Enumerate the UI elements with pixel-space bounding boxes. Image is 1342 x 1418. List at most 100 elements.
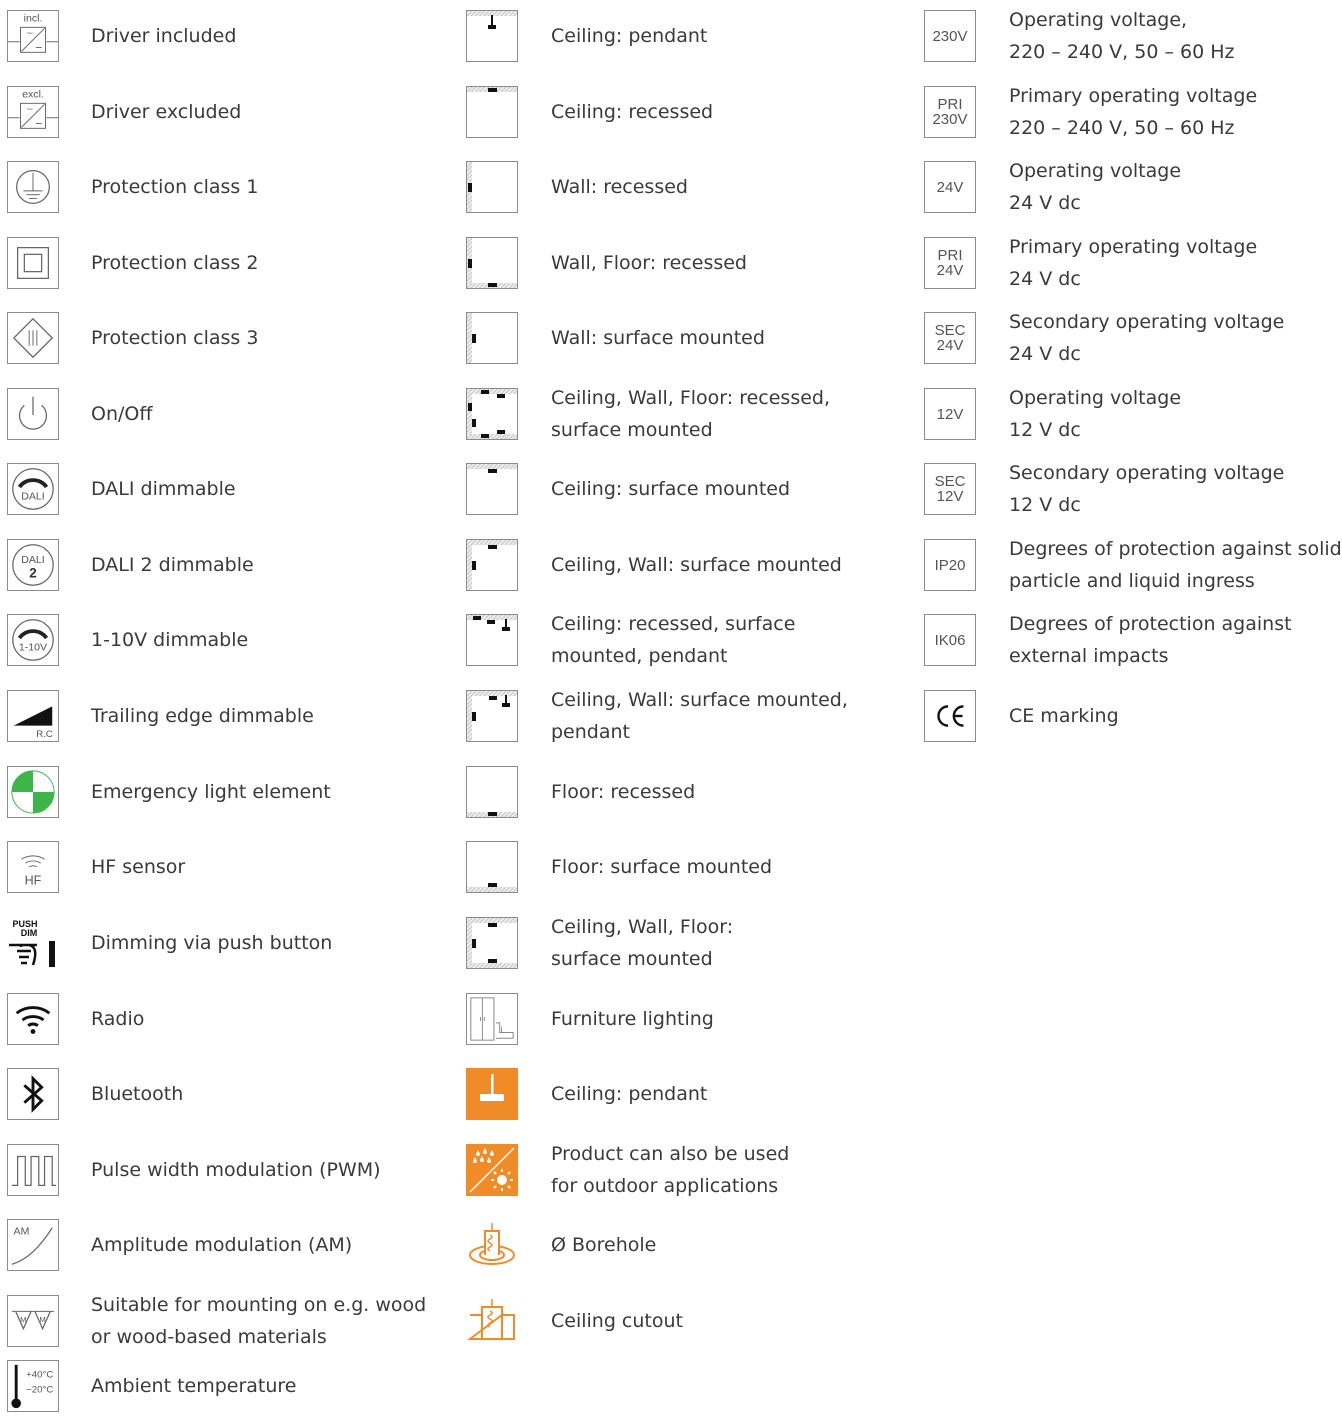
legend-label: Floor: surface mounted [551, 856, 773, 878]
push-dim-icon: PUSH DIM [7, 917, 59, 969]
legend-label: Ceiling: pendant [551, 1083, 708, 1105]
legend-item: incl. ~ Driver included [0, 6, 455, 66]
legend-item: Ceiling, Wall: surface mounted, pendant [460, 686, 900, 746]
legend-label: Dimming via push button [91, 932, 333, 954]
legend-item: DALI 2 DALI 2 dimmable [0, 535, 455, 595]
furniture-lighting-icon [466, 993, 518, 1045]
legend-item: Ceiling: recessed, surface mounted, penda… [460, 610, 900, 670]
legend-label: Protection class 3 [91, 327, 259, 349]
legend-label: Radio [91, 1008, 145, 1030]
legend-item: +40°C −20°C Ambient temperature [0, 1356, 455, 1416]
ik06-icon: IK06 [924, 614, 976, 666]
legend-item: DALI DALI dimmable [0, 459, 455, 519]
voltage-230v-icon: 230V [924, 10, 976, 62]
legend-item: Protection class 2 [0, 233, 455, 293]
legend-item: R.C Trailing edge dimmable [0, 686, 455, 746]
svg-text:−20°C: −20°C [26, 1385, 53, 1396]
legend-item: 230V Operating voltage, 220 – 240 V, 50 –… [918, 6, 1342, 66]
primary-230v-icon: PRI 230V [924, 86, 976, 138]
legend-label: Operating voltage 12 V dc [1009, 387, 1182, 441]
am-icon: AM [7, 1219, 59, 1271]
voltage-12v-icon: 12V [924, 388, 976, 440]
ceiling-cutout-icon [466, 1295, 518, 1347]
legend-label: Driver included [91, 25, 237, 47]
legend-label: Ceiling: pendant [551, 25, 708, 47]
legend-label: Wall: surface mounted [551, 327, 765, 349]
legend-item: On/Off [0, 384, 455, 444]
legend-label: Trailing edge dimmable [91, 705, 314, 727]
legend-label: Degrees of protection against external im… [1009, 613, 1292, 667]
trailing-edge-icon: R.C [7, 690, 59, 742]
svg-text:incl.: incl. [24, 13, 43, 25]
wood-mounting-icon: M M [7, 1295, 59, 1347]
legend-label: Degrees of protection against solid parti… [1009, 538, 1342, 592]
thermometer-icon: +40°C −20°C [7, 1360, 59, 1412]
legend-item: Ceiling: pendant [460, 6, 900, 66]
hf-sensor-icon: HF [7, 841, 59, 893]
svg-text:2: 2 [29, 566, 36, 581]
secondary-24v-icon: SEC 24V [924, 312, 976, 364]
legend-item: Wall: recessed [460, 157, 900, 217]
legend-item: IK06 Degrees of protection against extern… [918, 610, 1342, 670]
svg-text:HF: HF [25, 873, 42, 887]
legend-label: Primary operating voltage 24 V dc [1009, 236, 1258, 290]
protection-class-3-icon [7, 312, 59, 364]
legend-label: Wall, Floor: recessed [551, 252, 747, 274]
legend-item: Protection class 3 [0, 308, 455, 368]
legend-label: Protection class 1 [91, 176, 259, 198]
legend-label: Amplitude modulation (AM) [91, 1234, 353, 1256]
bluetooth-icon [7, 1068, 59, 1120]
legend-item: Ceiling, Wall: surface mounted [460, 535, 900, 595]
ce-marking-icon [924, 690, 976, 742]
legend-label: Emergency light element [91, 781, 331, 803]
legend-label: Ceiling, Wall, Floor: surface mounted [551, 916, 734, 970]
svg-text:M: M [39, 1315, 45, 1324]
svg-text:~: ~ [26, 29, 33, 39]
legend-label: Wall: recessed [551, 176, 688, 198]
legend-item: excl. ~ Driver excluded [0, 82, 455, 142]
legend-item: Product can also be used for outdoor appl… [460, 1140, 900, 1200]
legend-item: Floor: surface mounted [460, 837, 900, 897]
svg-text:DIM: DIM [21, 928, 38, 938]
primary-24v-icon: PRI 24V [924, 237, 976, 289]
legend-label: Operating voltage, 220 – 240 V, 50 – 60 H… [1009, 9, 1235, 63]
legend-label: Furniture lighting [551, 1008, 714, 1030]
wall-surface-icon [466, 312, 518, 364]
legend-item: 24V Operating voltage 24 V dc [918, 157, 1342, 217]
legend-label: Ceiling: surface mounted [551, 478, 791, 500]
legend-label: Secondary operating voltage 24 V dc [1009, 311, 1285, 365]
legend-label: DALI dimmable [91, 478, 236, 500]
svg-text:+40°C: +40°C [26, 1369, 53, 1380]
legend-label: Suitable for mounting on e.g. wood or woo… [91, 1294, 427, 1348]
radio-icon [7, 993, 59, 1045]
legend-item: AM Amplitude modulation (AM) [0, 1215, 455, 1275]
legend-label: Pulse width modulation (PWM) [91, 1159, 381, 1181]
legend-item: SEC 24V Secondary operating voltage 24 V d… [918, 308, 1342, 368]
legend-item: Ceiling, Wall, Floor: surface mounted [460, 913, 900, 973]
legend-item: 12V Operating voltage 12 V dc [918, 384, 1342, 444]
floor-surface-icon [466, 841, 518, 893]
legend-label: Ceiling, Wall, Floor: recessed, surface m… [551, 387, 831, 441]
driver-included-icon: incl. ~ [7, 10, 59, 62]
dali-2-dimmable-icon: DALI 2 [7, 539, 59, 591]
legend-item: Pulse width modulation (PWM) [0, 1140, 455, 1200]
legend-item: 1-10V 1-10V dimmable [0, 610, 455, 670]
legend-item: IP20 Degrees of protection against solid… [918, 535, 1342, 595]
wall-floor-recessed-icon [466, 237, 518, 289]
svg-text:~: ~ [26, 105, 33, 115]
svg-text:excl.: excl. [22, 89, 44, 101]
legend-item: Bluetooth [0, 1064, 455, 1124]
protection-class-2-icon [7, 237, 59, 289]
legend-label: HF sensor [91, 856, 186, 878]
legend-item: Wall: surface mounted [460, 308, 900, 368]
dali-dimmable-icon: DALI [7, 463, 59, 515]
legend-label: DALI 2 dimmable [91, 554, 254, 576]
secondary-12v-icon: SEC 12V [924, 463, 976, 515]
outdoor-icon [466, 1144, 518, 1196]
svg-text:R.C: R.C [36, 729, 53, 740]
legend-item: Emergency light element [0, 762, 455, 822]
protection-class-1-icon [7, 161, 59, 213]
legend-item: Ø Borehole [460, 1215, 900, 1275]
legend-label: On/Off [91, 403, 153, 425]
svg-text:1-10V: 1-10V [19, 642, 47, 654]
